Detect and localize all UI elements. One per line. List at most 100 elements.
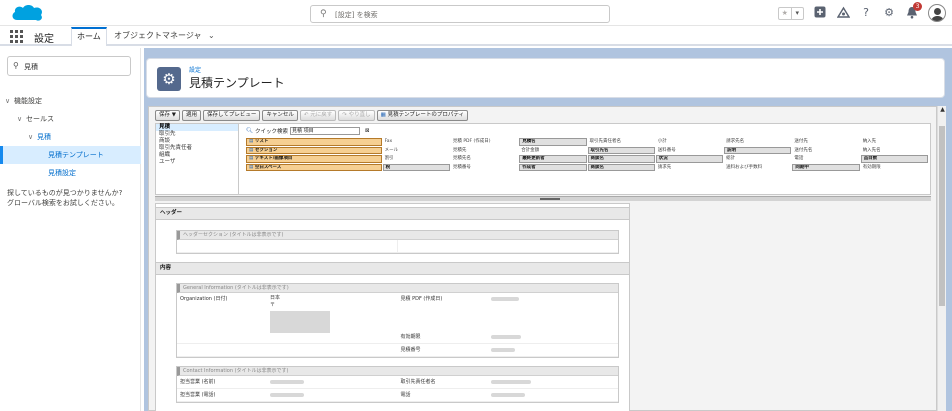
help-icon[interactable]: ? xyxy=(859,6,873,20)
salesforce-logo[interactable] xyxy=(10,3,44,23)
org-field[interactable]: Organization (日付) 日本 〒 xyxy=(177,293,398,333)
tree-item-quote-templates[interactable]: 見積テンプレート xyxy=(0,146,141,164)
palette-field[interactable]: 見積番号 xyxy=(451,164,518,172)
palette-field[interactable]: 状況 xyxy=(655,155,724,163)
apply-button[interactable]: 適用 xyxy=(181,110,201,121)
palette-field[interactable]: 同期中 xyxy=(792,163,860,171)
clear-search-icon[interactable]: ⊠ xyxy=(365,128,370,134)
palette-category[interactable]: 見積 xyxy=(156,124,238,131)
quote-pdf-field[interactable]: 見積 PDF (作成日) xyxy=(398,293,619,305)
add-icon[interactable] xyxy=(813,6,827,20)
phone-field[interactable]: 電話 xyxy=(398,389,619,401)
palette-field-label: Fax xyxy=(384,139,393,144)
palette-category[interactable]: 商談 xyxy=(156,138,238,145)
header-subsection[interactable]: ヘッダーセクション (タイトルは非表示です) xyxy=(176,230,619,254)
quick-search-input[interactable]: 見積 項目 xyxy=(290,126,360,135)
hint-line-2[interactable]: グローバル検索をお試しください。 xyxy=(7,198,137,208)
empty-cell[interactable] xyxy=(398,240,619,252)
palette-field[interactable]: 送付先 xyxy=(792,138,859,146)
palette-field[interactable]: 取引先名 xyxy=(587,146,655,154)
tree-item-sales[interactable]: ∨ セールス xyxy=(0,110,141,128)
palette-field[interactable]: ▤ セクション xyxy=(246,146,382,154)
palette-category[interactable]: ユーザ xyxy=(156,159,238,166)
empty-cell[interactable] xyxy=(177,344,398,356)
redo-button[interactable]: ↷ やり直し xyxy=(338,110,375,121)
scrollbar-thumb[interactable] xyxy=(939,126,945,306)
app-launcher-icon[interactable] xyxy=(10,30,23,43)
palette-field[interactable]: 電話 xyxy=(792,155,859,163)
palette-field[interactable]: 納入先 xyxy=(861,138,928,146)
field-label: 担当営業 (電話) xyxy=(180,392,216,398)
content-section-bar[interactable]: 内容 xyxy=(156,262,629,275)
tree-item-feature-settings[interactable]: ∨ 機能設定 xyxy=(0,92,141,110)
tree-item-quotes[interactable]: ∨ 見積 xyxy=(0,128,141,146)
quick-find-input[interactable]: ⚲ 見積 xyxy=(7,56,131,76)
editor-scrollbar[interactable]: ▲ xyxy=(937,106,946,411)
chevron-down-icon[interactable]: ∨ xyxy=(17,110,26,128)
save-button[interactable]: 保存 ▼ xyxy=(155,110,180,121)
palette-field[interactable]: 商談名 xyxy=(587,155,655,163)
quote-number-field[interactable]: 見積番号 xyxy=(398,344,619,356)
favorites-control[interactable]: ★ ▾ xyxy=(778,6,804,20)
palette-field[interactable]: 請求先名 xyxy=(724,138,791,146)
palette-category[interactable]: 組織 xyxy=(156,152,238,159)
scroll-up-icon[interactable]: ▲ xyxy=(938,106,947,115)
expiry-field[interactable]: 有効期限 xyxy=(398,331,619,343)
palette-field[interactable]: 商談名 xyxy=(587,163,655,171)
tree-item-quote-settings[interactable]: 見積設定 xyxy=(0,164,141,182)
palette-field[interactable]: 作成者 xyxy=(519,163,587,171)
trailhead-icon[interactable] xyxy=(836,6,850,20)
general-info-section[interactable]: General Information (タイトルは非表示です) Organiz… xyxy=(176,283,619,358)
palette-field[interactable]: Fax xyxy=(383,138,450,146)
favorites-dropdown-icon[interactable]: ▾ xyxy=(790,7,804,19)
avatar[interactable] xyxy=(928,4,946,22)
palette-category[interactable]: 取引先 xyxy=(156,131,238,138)
palette-field[interactable]: ▤ リスト xyxy=(246,138,382,146)
palette-field[interactable]: 請求先 xyxy=(656,164,723,172)
tab-home[interactable]: ホーム xyxy=(71,27,107,46)
palette-field[interactable]: 取引先責任者名 xyxy=(588,138,655,146)
palette-field[interactable]: 最終更新者 xyxy=(519,155,587,163)
palette-field[interactable]: ▤ 空白スペース xyxy=(246,163,382,171)
palette-field[interactable]: 税 xyxy=(382,163,450,171)
palette-field[interactable]: 小計 xyxy=(656,138,723,146)
chevron-down-icon[interactable]: ∨ xyxy=(28,128,37,146)
palette-field[interactable]: 送料および手数料 xyxy=(724,164,791,172)
palette-field[interactable]: 合計金額 xyxy=(519,147,586,155)
owner-phone-field[interactable]: 担当営業 (電話) xyxy=(177,389,398,401)
palette-field[interactable]: 品目数 xyxy=(860,155,928,163)
empty-cell[interactable] xyxy=(177,240,398,252)
empty-cell[interactable] xyxy=(177,331,398,343)
save-and-preview-button[interactable]: 保存してプレビュー xyxy=(203,110,261,121)
tab-object-manager[interactable]: オブジェクトマネージャ ⌄ xyxy=(114,30,215,41)
palette-field[interactable]: 説明 xyxy=(724,146,792,154)
palette-field[interactable]: 見積先名 xyxy=(451,155,518,163)
palette-field[interactable]: 納入先名 xyxy=(861,147,928,155)
chevron-down-icon[interactable]: ∨ xyxy=(5,92,14,110)
cancel-button[interactable]: キャンセル xyxy=(262,110,298,121)
palette-category[interactable]: 取引先責任者 xyxy=(156,145,238,152)
palette-field[interactable]: 送料番号 xyxy=(656,147,723,155)
gear-icon[interactable]: ⚙ xyxy=(882,6,896,20)
field-label: 有効期限 xyxy=(400,334,421,340)
owner-name-field[interactable]: 担当営業 (名前) xyxy=(177,376,398,388)
contact-info-section[interactable]: Contact Information (タイトルは非表示です) 担当営業 (名… xyxy=(176,366,619,403)
header-section-bar[interactable]: ヘッダー xyxy=(156,207,629,220)
palette-field[interactable]: 送付先名 xyxy=(792,147,859,155)
undo-button[interactable]: ↶ 元に戻す xyxy=(299,110,337,121)
palette-field[interactable]: 見積 PDF (作成日) xyxy=(451,138,518,146)
favorites-star-icon[interactable]: ★ xyxy=(779,8,791,19)
bell-icon[interactable]: 3 xyxy=(905,2,922,20)
palette-field[interactable]: 有効期限 xyxy=(861,164,928,172)
global-search-input[interactable]: ⚲ [設定] を検索 xyxy=(310,5,610,23)
palette-field[interactable]: 見積先 xyxy=(451,147,518,155)
palette-field[interactable]: 割引 xyxy=(383,155,450,163)
palette-field[interactable]: ▤ テキスト/画像項目 xyxy=(246,155,382,163)
template-properties-button[interactable]: ▦ 見積テンプレートのプロパティ xyxy=(376,110,469,121)
palette-field[interactable]: メール xyxy=(383,147,450,155)
palette-field[interactable]: 総計 xyxy=(724,155,791,163)
palette-field[interactable]: 見積名 xyxy=(519,138,587,146)
palette-splitter[interactable] xyxy=(155,196,931,201)
chevron-down-icon[interactable]: ⌄ xyxy=(208,31,215,40)
contact-name-field[interactable]: 取引先責任者名 xyxy=(398,376,619,388)
